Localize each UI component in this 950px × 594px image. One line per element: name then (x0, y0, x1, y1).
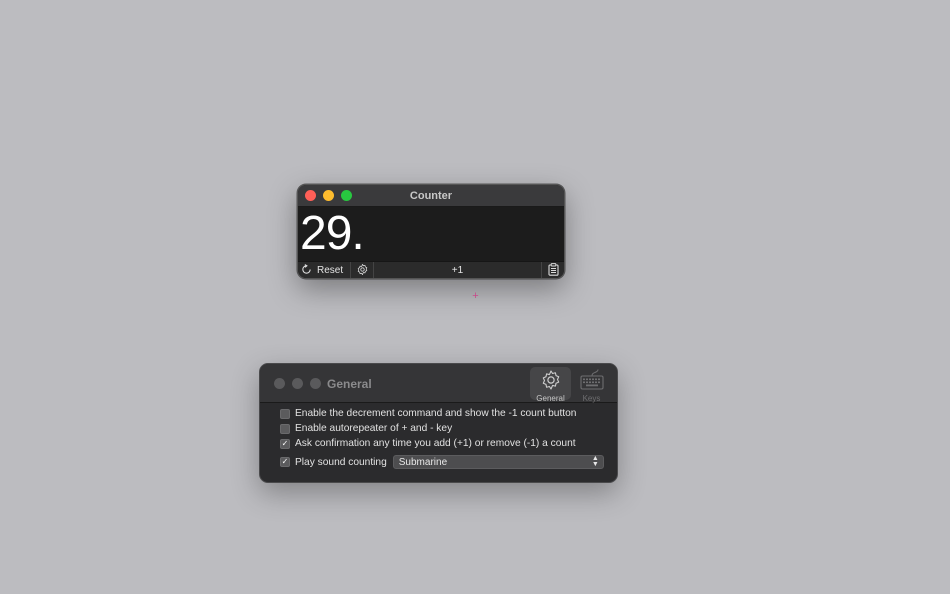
checkmark-icon: ✓ (281, 438, 289, 448)
reset-button[interactable]: Reset (298, 262, 351, 278)
keyboard-icon (579, 369, 604, 393)
tab-keys-label: Keys (582, 394, 601, 403)
checkmark-icon: ✓ (281, 457, 289, 466)
window-controls (274, 378, 321, 389)
count-display: 29. (298, 207, 564, 261)
increment-button[interactable]: +1 (374, 262, 542, 278)
autorepeat-label: Enable autorepeater of + and - key (295, 423, 453, 434)
sound-label: Play sound counting (295, 456, 387, 468)
confirm-label: Ask confirmation any time you add (+1) o… (295, 438, 576, 449)
window-controls (305, 190, 352, 201)
preferences-window: General General Keys Enable the decremen… (259, 363, 618, 483)
autorepeat-checkbox[interactable] (280, 423, 290, 434)
decrement-checkbox[interactable] (280, 408, 290, 419)
mouse-cursor: + (472, 290, 479, 302)
updown-chevron-icon: ▲ ▼ (591, 455, 599, 468)
option-row: ✓ Play sound counting Submarine ▲ ▼ (280, 453, 617, 471)
increment-label: +1 (451, 265, 464, 276)
reset-icon (301, 263, 312, 278)
tab-general[interactable]: General (530, 367, 571, 403)
option-row: ✓ Ask confirmation any time you add (+1)… (280, 436, 617, 451)
option-row: Enable the decrement command and show th… (280, 406, 617, 421)
counter-window: Counter 29. Reset +1 (297, 184, 565, 279)
zoom-button[interactable] (310, 378, 321, 389)
minimize-button[interactable] (292, 378, 303, 389)
gear-icon (356, 263, 369, 279)
desktop: Counter 29. Reset +1 + General General K… (0, 0, 950, 594)
tab-general-label: General (536, 394, 565, 403)
close-button[interactable] (305, 190, 316, 201)
counter-titlebar[interactable]: Counter (298, 185, 564, 207)
clipboard-icon (547, 262, 559, 279)
sound-select-value: Submarine (398, 456, 448, 468)
window-title: General (327, 377, 372, 391)
count-value: 29. (300, 207, 365, 260)
copy-button[interactable] (542, 262, 564, 279)
minimize-button[interactable] (323, 190, 334, 201)
settings-button[interactable] (351, 262, 374, 279)
preferences-content: Enable the decrement command and show th… (260, 403, 617, 471)
counter-toolbar: Reset +1 (298, 261, 564, 279)
tab-keys[interactable]: Keys (571, 367, 612, 403)
gear-icon (540, 369, 562, 393)
close-button[interactable] (274, 378, 285, 389)
zoom-button[interactable] (341, 190, 352, 201)
decrement-label: Enable the decrement command and show th… (295, 408, 577, 419)
option-row: Enable autorepeater of + and - key (280, 421, 617, 436)
reset-label: Reset (317, 265, 344, 276)
sound-checkbox[interactable]: ✓ (280, 457, 290, 467)
preferences-toolbar[interactable]: General General Keys (260, 364, 617, 403)
confirm-checkbox[interactable]: ✓ (280, 438, 290, 449)
window-title: Counter (409, 189, 453, 202)
sound-select[interactable]: Submarine ▲ ▼ (392, 455, 604, 469)
